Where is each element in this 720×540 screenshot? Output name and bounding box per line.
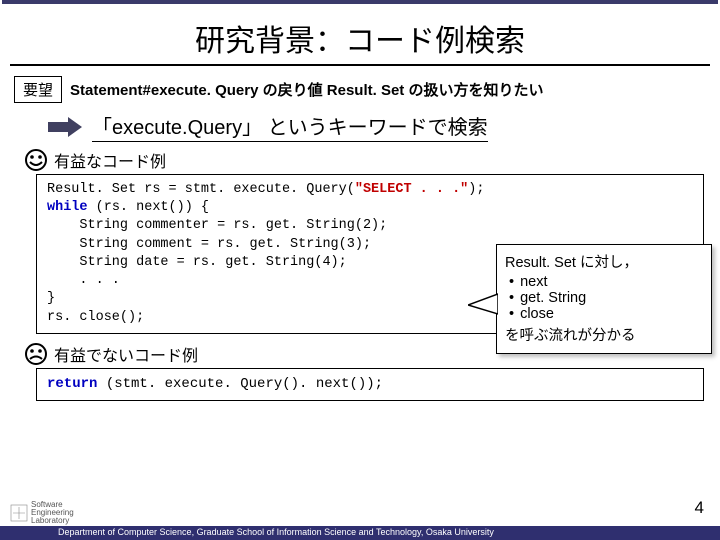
callout-tail: を呼ぶ流れが分かる xyxy=(505,324,703,345)
sad-face-icon xyxy=(24,342,48,366)
good-header: 有益なコード例 xyxy=(24,148,720,172)
footer-logo-text: Software Engineering Laboratory xyxy=(31,501,74,525)
happy-face-icon xyxy=(24,148,48,172)
code-text: String date = rs. get. String(4); xyxy=(47,255,347,270)
good-label: 有益なコード例 xyxy=(54,148,166,172)
code-text: String comment = rs. get. String(3); xyxy=(47,237,371,252)
request-row: 要望 Statement#execute. Query の戻り値 Result.… xyxy=(14,76,706,103)
request-text: Statement#execute. Query の戻り値 Result. Se… xyxy=(70,79,543,100)
code-keyword: return xyxy=(47,376,97,392)
code-text: . . . xyxy=(47,273,120,288)
code-string: "SELECT . . ." xyxy=(355,182,468,197)
bad-label: 有益でないコード例 xyxy=(54,342,198,366)
callout-item: get. String xyxy=(509,290,703,306)
code-keyword: while xyxy=(47,200,88,215)
code-text: (stmt. execute. Query(). next()); xyxy=(97,376,383,392)
code-text: Result. Set rs = stmt. execute. Query( xyxy=(47,182,355,197)
callout-pointer-icon xyxy=(468,284,498,326)
callout-head: Result. Set に対し， xyxy=(505,251,703,272)
title-underline xyxy=(10,64,710,66)
page-number: 4 xyxy=(695,498,704,518)
bad-code-box: return (stmt. execute. Query(). next()); xyxy=(36,368,704,401)
callout-item: next xyxy=(509,274,703,290)
callout-list: next get. String close xyxy=(505,274,703,322)
search-keyword-text: 「execute.Query」 というキーワードで検索 xyxy=(92,111,488,142)
code-text: String commenter = rs. get. String(2); xyxy=(47,218,387,233)
right-arrow-icon xyxy=(48,117,82,137)
code-text: (rs. next()) { xyxy=(88,200,210,215)
callout-item: close xyxy=(509,306,703,322)
search-row: 「execute.Query」 というキーワードで検索 xyxy=(48,111,720,142)
footer-bar: Department of Computer Science, Graduate… xyxy=(0,526,720,540)
request-badge: 要望 xyxy=(14,76,62,103)
code-text: } xyxy=(47,291,55,306)
lab-logo-icon xyxy=(10,504,28,522)
code-text: ); xyxy=(468,182,484,197)
callout-box: Result. Set に対し， next get. String close … xyxy=(496,244,712,354)
callout-container: Result. Set に対し， next get. String close … xyxy=(496,244,712,354)
slide-title: 研究背景：コード例検索 xyxy=(0,4,720,64)
footer-logo: Software Engineering Laboratory xyxy=(10,501,74,525)
code-text: rs. close(); xyxy=(47,310,144,325)
